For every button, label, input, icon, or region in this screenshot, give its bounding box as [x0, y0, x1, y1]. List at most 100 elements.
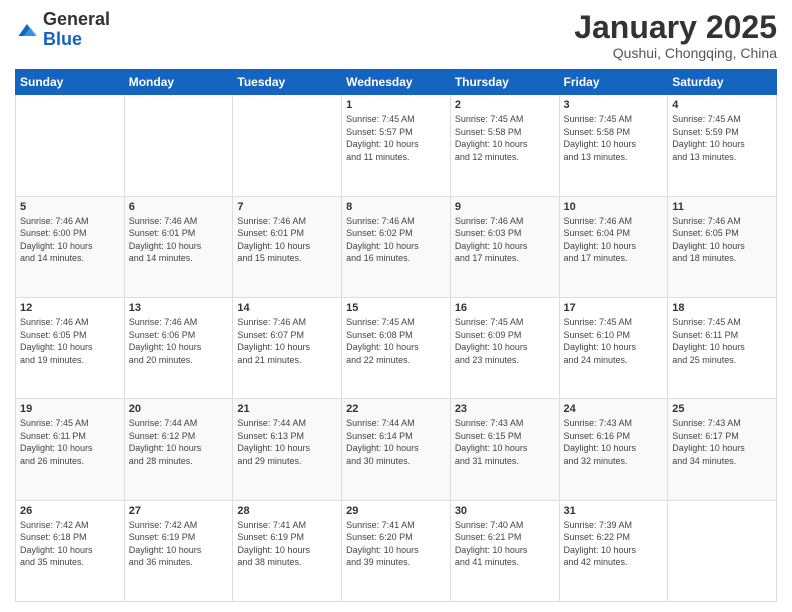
day-number: 29 — [346, 505, 446, 517]
day-number: 10 — [564, 201, 664, 213]
title-block: January 2025 Qushui, Chongqing, China — [574, 10, 777, 61]
day-detail: Sunrise: 7:46 AM Sunset: 6:02 PM Dayligh… — [346, 215, 446, 265]
calendar-cell: 21 Sunrise: 7:44 AM Sunset: 6:13 PM Dayli… — [233, 399, 342, 500]
calendar-cell — [124, 95, 233, 196]
calendar-cell: 16 Sunrise: 7:45 AM Sunset: 6:09 PM Dayli… — [450, 297, 559, 398]
day-detail: Sunrise: 7:43 AM Sunset: 6:17 PM Dayligh… — [672, 417, 772, 467]
day-detail: Sunrise: 7:46 AM Sunset: 6:05 PM Dayligh… — [672, 215, 772, 265]
calendar-cell: 29 Sunrise: 7:41 AM Sunset: 6:20 PM Dayli… — [342, 500, 451, 601]
calendar-cell: 12 Sunrise: 7:46 AM Sunset: 6:05 PM Dayli… — [16, 297, 125, 398]
calendar-cell: 15 Sunrise: 7:45 AM Sunset: 6:08 PM Dayli… — [342, 297, 451, 398]
calendar-cell — [233, 95, 342, 196]
day-number: 1 — [346, 99, 446, 111]
day-detail: Sunrise: 7:45 AM Sunset: 5:59 PM Dayligh… — [672, 113, 772, 163]
calendar-cell — [668, 500, 777, 601]
day-number: 7 — [237, 201, 337, 213]
day-number: 6 — [129, 201, 229, 213]
day-detail: Sunrise: 7:46 AM Sunset: 6:01 PM Dayligh… — [237, 215, 337, 265]
day-number: 8 — [346, 201, 446, 213]
day-detail: Sunrise: 7:44 AM Sunset: 6:13 PM Dayligh… — [237, 417, 337, 467]
calendar-cell: 31 Sunrise: 7:39 AM Sunset: 6:22 PM Dayli… — [559, 500, 668, 601]
day-detail: Sunrise: 7:45 AM Sunset: 6:10 PM Dayligh… — [564, 316, 664, 366]
day-detail: Sunrise: 7:45 AM Sunset: 6:08 PM Dayligh… — [346, 316, 446, 366]
day-number: 21 — [237, 403, 337, 415]
day-detail: Sunrise: 7:41 AM Sunset: 6:20 PM Dayligh… — [346, 519, 446, 569]
day-number: 28 — [237, 505, 337, 517]
day-number: 20 — [129, 403, 229, 415]
day-number: 31 — [564, 505, 664, 517]
calendar-cell: 28 Sunrise: 7:41 AM Sunset: 6:19 PM Dayli… — [233, 500, 342, 601]
col-wednesday: Wednesday — [342, 70, 451, 95]
location: Qushui, Chongqing, China — [574, 45, 777, 61]
calendar-cell: 19 Sunrise: 7:45 AM Sunset: 6:11 PM Dayli… — [16, 399, 125, 500]
calendar-cell: 2Sunrise: 7:45 AM Sunset: 5:58 PM Daylig… — [450, 95, 559, 196]
calendar-cell: 23Sunrise: 7:43 AM Sunset: 6:15 PM Dayli… — [450, 399, 559, 500]
day-number: 5 — [20, 201, 120, 213]
calendar-cell: 6 Sunrise: 7:46 AM Sunset: 6:01 PM Daylig… — [124, 196, 233, 297]
calendar-cell: 30 Sunrise: 7:40 AM Sunset: 6:21 PM Dayli… — [450, 500, 559, 601]
day-detail: Sunrise: 7:39 AM Sunset: 6:22 PM Dayligh… — [564, 519, 664, 569]
logo-blue-text: Blue — [43, 29, 82, 49]
day-number: 24 — [564, 403, 664, 415]
day-detail: Sunrise: 7:44 AM Sunset: 6:12 PM Dayligh… — [129, 417, 229, 467]
calendar-cell: 1 Sunrise: 7:45 AM Sunset: 5:57 PM Daylig… — [342, 95, 451, 196]
day-detail: Sunrise: 7:42 AM Sunset: 6:18 PM Dayligh… — [20, 519, 120, 569]
day-number: 13 — [129, 302, 229, 314]
logo-icon — [15, 20, 39, 40]
day-number: 25 — [672, 403, 772, 415]
day-detail: Sunrise: 7:40 AM Sunset: 6:21 PM Dayligh… — [455, 519, 555, 569]
day-detail: Sunrise: 7:45 AM Sunset: 5:57 PM Dayligh… — [346, 113, 446, 163]
day-detail: Sunrise: 7:41 AM Sunset: 6:19 PM Dayligh… — [237, 519, 337, 569]
day-detail: Sunrise: 7:46 AM Sunset: 6:06 PM Dayligh… — [129, 316, 229, 366]
calendar-table: Sunday Monday Tuesday Wednesday Thursday… — [15, 69, 777, 602]
day-detail: Sunrise: 7:46 AM Sunset: 6:01 PM Dayligh… — [129, 215, 229, 265]
logo: General Blue — [15, 10, 110, 50]
col-sunday: Sunday — [16, 70, 125, 95]
day-detail: Sunrise: 7:45 AM Sunset: 6:11 PM Dayligh… — [20, 417, 120, 467]
calendar-cell: 24Sunrise: 7:43 AM Sunset: 6:16 PM Dayli… — [559, 399, 668, 500]
calendar-cell: 14Sunrise: 7:46 AM Sunset: 6:07 PM Dayli… — [233, 297, 342, 398]
calendar-cell: 7 Sunrise: 7:46 AM Sunset: 6:01 PM Daylig… — [233, 196, 342, 297]
calendar-week-1: 1 Sunrise: 7:45 AM Sunset: 5:57 PM Daylig… — [16, 95, 777, 196]
calendar-cell: 27Sunrise: 7:42 AM Sunset: 6:19 PM Dayli… — [124, 500, 233, 601]
day-number: 2 — [455, 99, 555, 111]
calendar-cell: 5 Sunrise: 7:46 AM Sunset: 6:00 PM Daylig… — [16, 196, 125, 297]
calendar-cell — [16, 95, 125, 196]
calendar-cell: 17Sunrise: 7:45 AM Sunset: 6:10 PM Dayli… — [559, 297, 668, 398]
day-detail: Sunrise: 7:45 AM Sunset: 6:09 PM Dayligh… — [455, 316, 555, 366]
calendar-week-5: 26 Sunrise: 7:42 AM Sunset: 6:18 PM Dayli… — [16, 500, 777, 601]
day-number: 12 — [20, 302, 120, 314]
calendar-week-4: 19 Sunrise: 7:45 AM Sunset: 6:11 PM Dayli… — [16, 399, 777, 500]
calendar-cell: 20 Sunrise: 7:44 AM Sunset: 6:12 PM Dayli… — [124, 399, 233, 500]
day-detail: Sunrise: 7:46 AM Sunset: 6:04 PM Dayligh… — [564, 215, 664, 265]
calendar-cell: 18 Sunrise: 7:45 AM Sunset: 6:11 PM Dayli… — [668, 297, 777, 398]
calendar-cell: 26 Sunrise: 7:42 AM Sunset: 6:18 PM Dayli… — [16, 500, 125, 601]
col-friday: Friday — [559, 70, 668, 95]
day-detail: Sunrise: 7:46 AM Sunset: 6:03 PM Dayligh… — [455, 215, 555, 265]
calendar-cell: 11Sunrise: 7:46 AM Sunset: 6:05 PM Dayli… — [668, 196, 777, 297]
day-number: 16 — [455, 302, 555, 314]
day-number: 15 — [346, 302, 446, 314]
day-number: 26 — [20, 505, 120, 517]
calendar-cell: 9Sunrise: 7:46 AM Sunset: 6:03 PM Daylig… — [450, 196, 559, 297]
calendar-header-row: Sunday Monday Tuesday Wednesday Thursday… — [16, 70, 777, 95]
col-saturday: Saturday — [668, 70, 777, 95]
day-number: 18 — [672, 302, 772, 314]
day-detail: Sunrise: 7:43 AM Sunset: 6:15 PM Dayligh… — [455, 417, 555, 467]
day-number: 19 — [20, 403, 120, 415]
logo-general-text: General — [43, 9, 110, 29]
day-detail: Sunrise: 7:46 AM Sunset: 6:00 PM Dayligh… — [20, 215, 120, 265]
header: General Blue January 2025 Qushui, Chongq… — [15, 10, 777, 61]
col-thursday: Thursday — [450, 70, 559, 95]
day-detail: Sunrise: 7:42 AM Sunset: 6:19 PM Dayligh… — [129, 519, 229, 569]
calendar-cell: 25 Sunrise: 7:43 AM Sunset: 6:17 PM Dayli… — [668, 399, 777, 500]
calendar-cell: 13 Sunrise: 7:46 AM Sunset: 6:06 PM Dayli… — [124, 297, 233, 398]
day-detail: Sunrise: 7:45 AM Sunset: 6:11 PM Dayligh… — [672, 316, 772, 366]
day-number: 30 — [455, 505, 555, 517]
day-detail: Sunrise: 7:44 AM Sunset: 6:14 PM Dayligh… — [346, 417, 446, 467]
calendar-cell: 8 Sunrise: 7:46 AM Sunset: 6:02 PM Daylig… — [342, 196, 451, 297]
calendar-week-2: 5 Sunrise: 7:46 AM Sunset: 6:00 PM Daylig… — [16, 196, 777, 297]
day-detail: Sunrise: 7:46 AM Sunset: 6:05 PM Dayligh… — [20, 316, 120, 366]
day-detail: Sunrise: 7:45 AM Sunset: 5:58 PM Dayligh… — [564, 113, 664, 163]
day-number: 4 — [672, 99, 772, 111]
